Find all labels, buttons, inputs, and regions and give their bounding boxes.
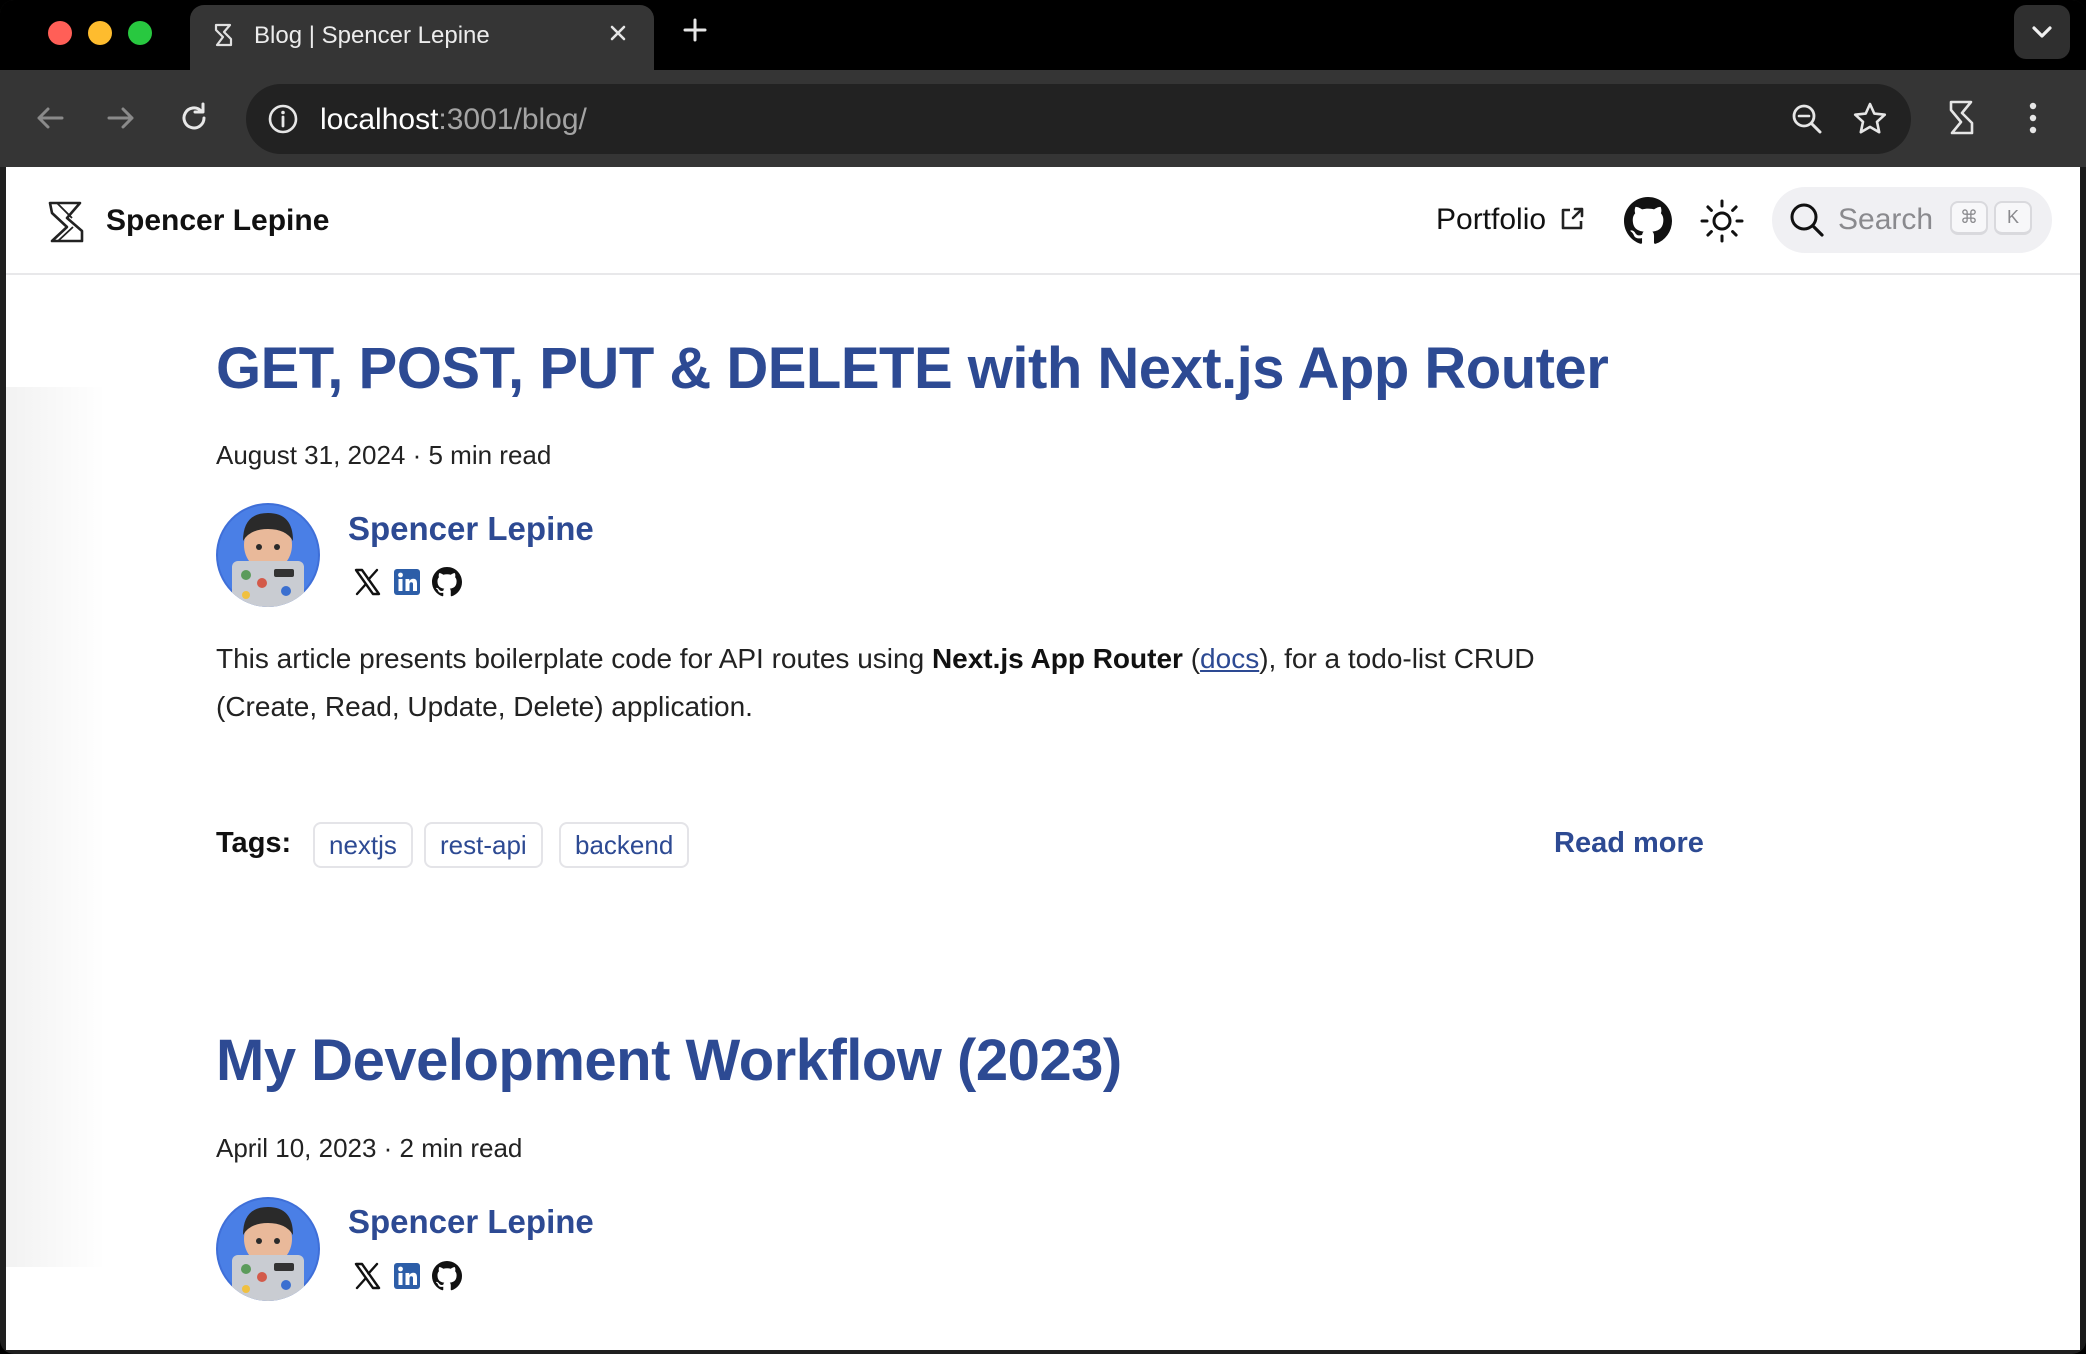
site-name-link[interactable]: Spencer Lepine	[106, 204, 329, 238]
tags-label: Tags:	[216, 827, 292, 859]
author-avatar[interactable]	[216, 503, 320, 607]
avatar-image	[216, 503, 320, 607]
author-name-link[interactable]: Spencer Lepine	[348, 1203, 594, 1241]
author-avatar[interactable]	[216, 1197, 320, 1301]
post-title-link[interactable]: My Development Workflow (2023)	[216, 1027, 1122, 1094]
close-window-button[interactable]	[48, 21, 72, 45]
url-path: :3001/blog/	[438, 103, 587, 136]
github-icon[interactable]	[432, 1261, 462, 1291]
tab-active[interactable]: Blog | Spencer Lepine	[190, 5, 654, 70]
shortcut-k-key: K	[1994, 201, 2032, 235]
portfolio-link[interactable]: Portfolio	[1436, 203, 1546, 237]
close-tab-icon[interactable]	[604, 19, 632, 47]
address-bar[interactable]: localhost:3001/blog/	[246, 84, 1911, 154]
extension-logo-icon[interactable]	[1942, 96, 1982, 140]
browser-window: Blog | Spencer Lepine localhost:3001/blo…	[0, 0, 2086, 1354]
x-twitter-icon[interactable]	[352, 1261, 382, 1291]
chevron-down-icon	[2032, 26, 2052, 38]
maximize-window-button[interactable]	[128, 21, 152, 45]
window-edge	[2080, 167, 2086, 1350]
search-placeholder: Search	[1838, 203, 1934, 236]
post-title-link[interactable]: GET, POST, PUT & DELETE with Next.js App…	[216, 335, 1609, 402]
browser-toolbar: localhost:3001/blog/	[0, 70, 2086, 167]
github-icon[interactable]	[432, 567, 462, 597]
site-logo-icon[interactable]	[42, 197, 94, 247]
search-icon	[1790, 203, 1824, 237]
linkedin-icon[interactable]	[392, 567, 422, 597]
more-menu-icon[interactable]	[2018, 98, 2048, 138]
site-logo-icon	[214, 23, 233, 47]
reload-icon[interactable]	[174, 98, 214, 138]
back-arrow-icon[interactable]	[30, 98, 70, 138]
author-name-link[interactable]: Spencer Lepine	[348, 510, 594, 548]
excerpt-text: (	[1182, 643, 1201, 674]
sun-icon[interactable]	[1698, 197, 1746, 245]
excerpt-bold-text: Next.js App Router	[931, 643, 1183, 674]
tab-search-button[interactable]	[2014, 5, 2070, 59]
external-link-icon[interactable]	[1558, 205, 1586, 233]
post-date-readtime: April 10, 2023 · 2 min read	[216, 1133, 523, 1163]
bookmark-star-icon[interactable]	[1851, 100, 1889, 138]
post-excerpt: This article presents boilerplate code f…	[216, 635, 1636, 731]
github-icon[interactable]	[1624, 197, 1672, 245]
excerpt-text: This article presents boilerplate code f…	[216, 643, 932, 674]
avatar-image	[216, 1197, 320, 1301]
web-page: Spencer Lepine Portfolio Search ⌘ K GET,…	[6, 167, 2080, 1350]
tab-title: Blog | Spencer Lepine	[254, 22, 490, 49]
tab-strip: Blog | Spencer Lepine	[0, 0, 2086, 70]
shortcut-cmd-key: ⌘	[1950, 201, 1988, 235]
zoom-icon[interactable]	[1789, 101, 1825, 137]
url-text[interactable]: localhost:3001/blog/	[320, 103, 587, 137]
site-info-icon[interactable]	[266, 102, 300, 136]
url-host: localhost	[320, 103, 439, 136]
tag-backend[interactable]: backend	[559, 822, 690, 868]
docs-link[interactable]: docs	[1200, 643, 1259, 674]
search-button[interactable]: Search ⌘ K	[1772, 187, 2052, 253]
site-header: Spencer Lepine Portfolio Search ⌘ K	[6, 167, 2080, 275]
forward-arrow-icon[interactable]	[101, 98, 141, 138]
read-more-link[interactable]: Read more	[1554, 827, 1704, 860]
tag-nextjs[interactable]: nextjs	[313, 822, 413, 868]
minimize-window-button[interactable]	[88, 21, 112, 45]
new-tab-icon[interactable]	[680, 15, 710, 45]
post-date-readtime: August 31, 2024 · 5 min read	[216, 440, 552, 470]
linkedin-icon[interactable]	[392, 1261, 422, 1291]
x-twitter-icon[interactable]	[352, 567, 382, 597]
tag-rest-api[interactable]: rest-api	[424, 822, 543, 868]
page-edge-shadow	[6, 387, 106, 1267]
